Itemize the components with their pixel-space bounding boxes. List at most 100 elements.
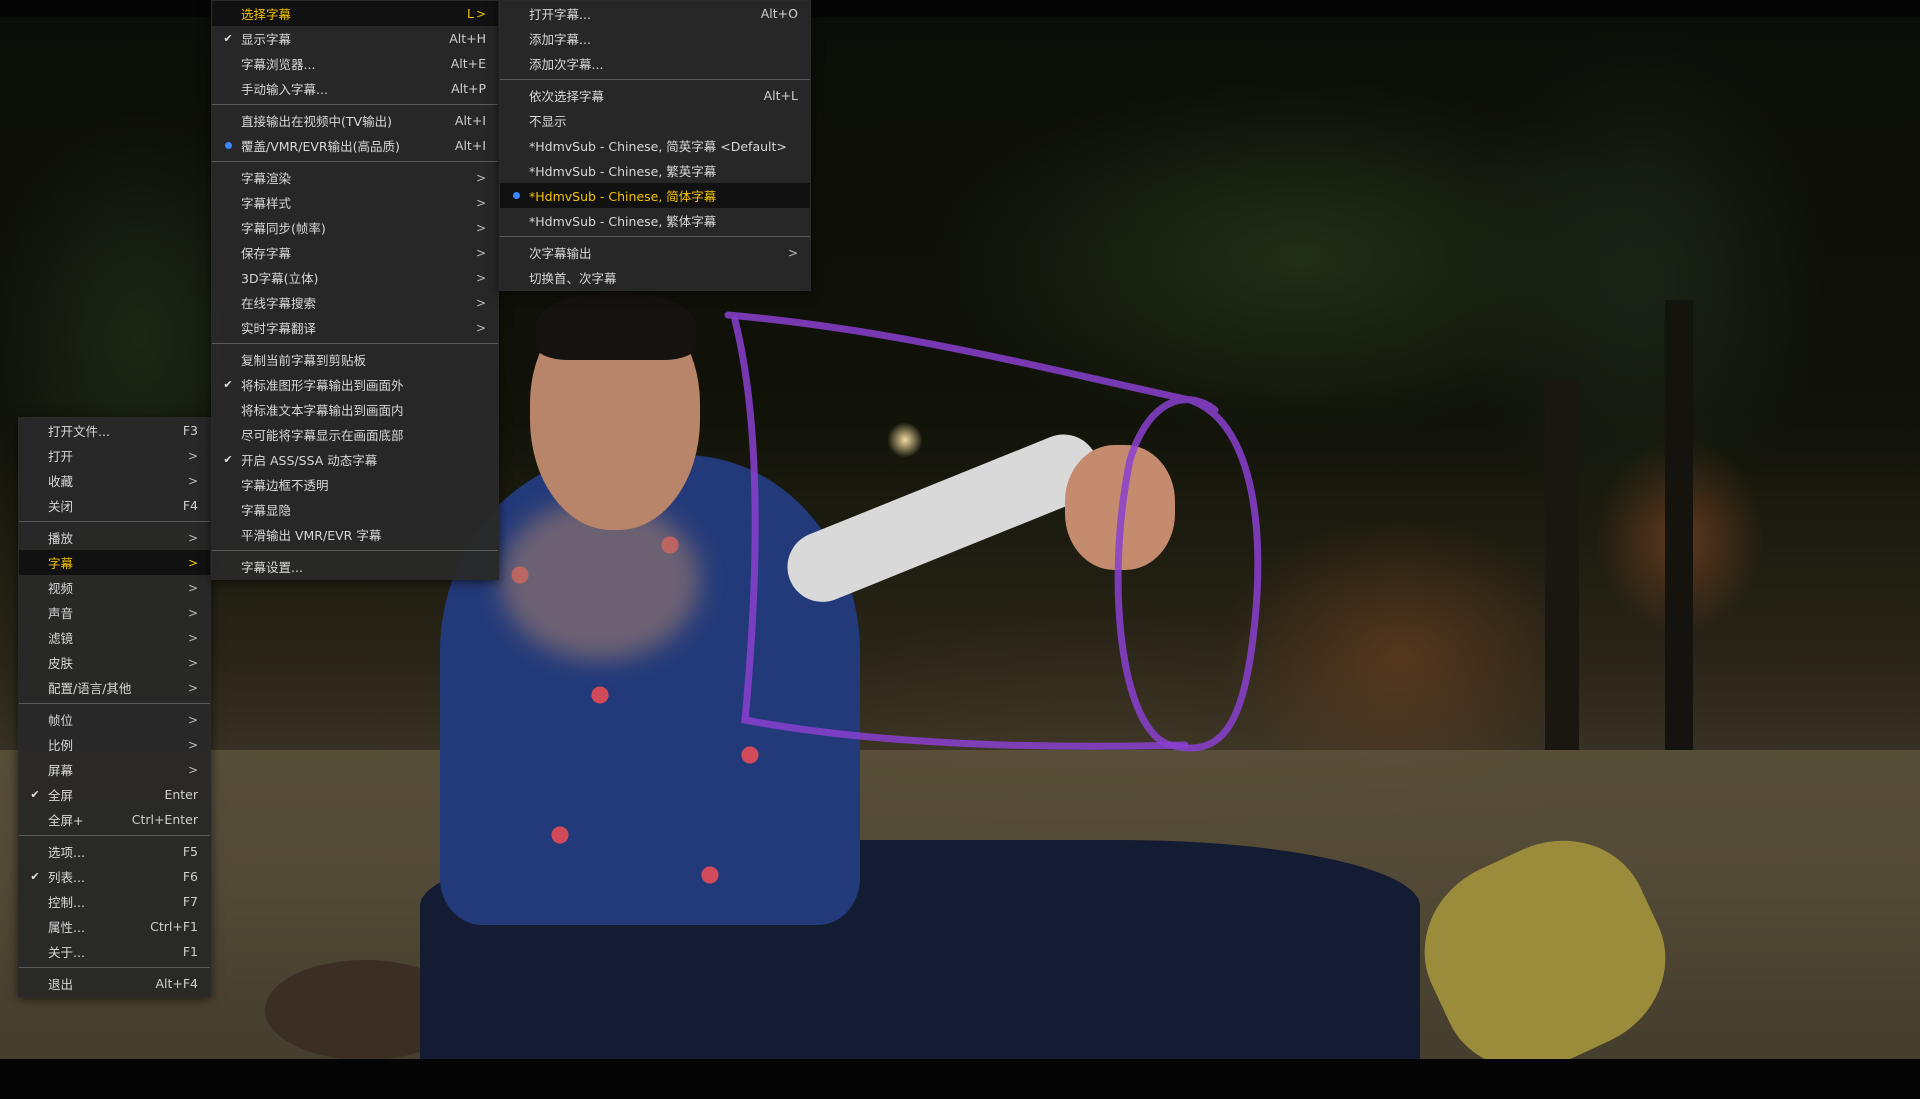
chevron-right-icon: > bbox=[187, 630, 198, 645]
chevron-right-icon: > bbox=[475, 6, 486, 21]
subtitle-track-item-selected[interactable]: *HdmvSub - Chinese, 简体字幕 bbox=[500, 183, 810, 208]
subtitles-submenu: 选择字幕L> 显示字幕Alt+H 字幕浏览器...Alt+E 手动输入字幕...… bbox=[211, 0, 499, 580]
menu-separator bbox=[19, 703, 210, 704]
menu-separator bbox=[212, 104, 498, 105]
menu-separator bbox=[212, 550, 498, 551]
menu-item-text-subtitle-inside[interactable]: 将标准文本字幕输出到画面内 bbox=[212, 397, 498, 422]
menu-item-manual-subtitle[interactable]: 手动输入字幕... Alt+P bbox=[212, 76, 498, 101]
menu-item-subtitles[interactable]: 字幕 > bbox=[19, 550, 210, 575]
menu-item-exit[interactable]: 退出 Alt+F4 bbox=[19, 971, 210, 996]
menu-item-realtime-translate[interactable]: 实时字幕翻译 > bbox=[212, 315, 498, 340]
menu-separator bbox=[19, 835, 210, 836]
menu-item-add-subtitle[interactable]: 添加字幕... bbox=[500, 26, 810, 51]
chevron-right-icon: > bbox=[475, 320, 486, 335]
letterbox-bottom bbox=[0, 1059, 1920, 1080]
menu-item-close[interactable]: 关闭 F4 bbox=[19, 493, 210, 518]
chevron-right-icon: > bbox=[187, 680, 198, 695]
subtitle-track-item[interactable]: *HdmvSub - Chinese, 简英字幕 <Default> bbox=[500, 133, 810, 158]
person-hair bbox=[536, 292, 696, 360]
menu-item-aspect-ratio[interactable]: 比例 > bbox=[19, 732, 210, 757]
chevron-right-icon: > bbox=[787, 245, 798, 260]
menu-separator bbox=[500, 79, 810, 80]
menu-item-controls[interactable]: 控制... F7 bbox=[19, 889, 210, 914]
chevron-right-icon: > bbox=[187, 605, 198, 620]
menu-item-graphic-subtitle-outside[interactable]: 将标准图形字幕输出到画面外 bbox=[212, 372, 498, 397]
menu-item-tv-output[interactable]: 直接输出在视频中(TV输出) Alt+I bbox=[212, 108, 498, 133]
menu-item-switch-primary-secondary[interactable]: 切换首、次字幕 bbox=[500, 265, 810, 290]
menu-item-screen[interactable]: 屏幕 > bbox=[19, 757, 210, 782]
menu-item-show-subtitles[interactable]: 显示字幕Alt+H bbox=[212, 26, 498, 51]
menu-separator bbox=[212, 161, 498, 162]
menu-item-vmr-evr-output[interactable]: 覆盖/VMR/EVR输出(高品质) Alt+I bbox=[212, 133, 498, 158]
chevron-right-icon: > bbox=[475, 245, 486, 260]
menu-item-options[interactable]: 选项... F5 bbox=[19, 839, 210, 864]
menu-item-hide-subtitle[interactable]: 不显示 bbox=[500, 108, 810, 133]
chevron-right-icon: > bbox=[187, 712, 198, 727]
chevron-right-icon: > bbox=[187, 473, 198, 488]
menu-item-subtitle-sync[interactable]: 字幕同步(帧率) > bbox=[212, 215, 498, 240]
menu-item-audio[interactable]: 声音 > bbox=[19, 600, 210, 625]
radio-dot-icon bbox=[221, 133, 235, 158]
menu-item-select-subtitle[interactable]: 选择字幕 L > bbox=[212, 1, 498, 26]
menu-item-save-subtitle[interactable]: 保存字幕 > bbox=[212, 240, 498, 265]
chevron-right-icon: > bbox=[475, 170, 486, 185]
subtitle-track-item[interactable]: *HdmvSub - Chinese, 繁英字幕 bbox=[500, 158, 810, 183]
menu-separator bbox=[19, 967, 210, 968]
chevron-right-icon: > bbox=[187, 655, 198, 670]
menu-item-about[interactable]: 关于... F1 bbox=[19, 939, 210, 964]
menu-item-filters[interactable]: 滤镜 > bbox=[19, 625, 210, 650]
menu-item-play[interactable]: 播放 > bbox=[19, 525, 210, 550]
menu-item-favorites[interactable]: 收藏 > bbox=[19, 468, 210, 493]
menu-item-subtitle-settings[interactable]: 字幕设置... bbox=[212, 554, 498, 579]
menu-item-skins[interactable]: 皮肤 > bbox=[19, 650, 210, 675]
chevron-right-icon: > bbox=[187, 737, 198, 752]
menu-item-cycle-subtitle[interactable]: 依次选择字幕 Alt+L bbox=[500, 83, 810, 108]
checkmark-icon bbox=[28, 864, 42, 889]
chevron-right-icon: > bbox=[187, 530, 198, 545]
chevron-right-icon: > bbox=[187, 448, 198, 463]
menu-item-ass-ssa-animated[interactable]: 开启 ASS/SSA 动态字幕 bbox=[212, 447, 498, 472]
menu-item-playlist[interactable]: 列表...F6 bbox=[19, 864, 210, 889]
tree-trunk bbox=[1665, 300, 1693, 750]
select-subtitle-submenu: 打开字幕... Alt+O 添加字幕... 添加次字幕... 依次选择字幕 Alt+… bbox=[499, 0, 811, 291]
menu-item-open-subtitle[interactable]: 打开字幕... Alt+O bbox=[500, 1, 810, 26]
menu-item-copy-subtitle[interactable]: 复制当前字幕到剪贴板 bbox=[212, 347, 498, 372]
menu-item-secondary-subtitle-output[interactable]: 次字幕输出 > bbox=[500, 240, 810, 265]
menu-item-add-secondary-subtitle[interactable]: 添加次字幕... bbox=[500, 51, 810, 76]
chevron-right-icon: > bbox=[187, 580, 198, 595]
tree-trunk bbox=[1545, 380, 1579, 750]
person-hand bbox=[1065, 445, 1175, 570]
menu-item-subtitle-style[interactable]: 字幕样式 > bbox=[212, 190, 498, 215]
menu-item-subtitle-browser[interactable]: 字幕浏览器... Alt+E bbox=[212, 51, 498, 76]
menu-item-video[interactable]: 视频 > bbox=[19, 575, 210, 600]
radio-dot-icon bbox=[509, 183, 523, 208]
menu-separator bbox=[212, 343, 498, 344]
menu-item-fullscreen-plus[interactable]: 全屏+ Ctrl+Enter bbox=[19, 807, 210, 832]
menu-item-online-subtitle-search[interactable]: 在线字幕搜索 > bbox=[212, 290, 498, 315]
menu-item-properties[interactable]: 属性... Ctrl+F1 bbox=[19, 914, 210, 939]
checkmark-icon bbox=[221, 26, 235, 51]
menu-item-frame[interactable]: 帧位 > bbox=[19, 707, 210, 732]
chevron-right-icon: > bbox=[475, 270, 486, 285]
chevron-right-icon: > bbox=[187, 555, 198, 570]
menu-separator bbox=[500, 236, 810, 237]
menu-item-subtitle-bottom[interactable]: 尽可能将字幕显示在画面底部 bbox=[212, 422, 498, 447]
menu-item-opaque-border[interactable]: 字幕边框不透明 bbox=[212, 472, 498, 497]
subtitle-track-item[interactable]: *HdmvSub - Chinese, 繁体字幕 bbox=[500, 208, 810, 233]
chevron-right-icon: > bbox=[475, 195, 486, 210]
checkmark-icon bbox=[28, 782, 42, 807]
menu-item-fullscreen[interactable]: 全屏Enter bbox=[19, 782, 210, 807]
chevron-right-icon: > bbox=[475, 295, 486, 310]
player-context-menu: 打开文件... F3 打开 > 收藏 > 关闭 F4 播放 > 字幕 > 视频 > 声音 > 滤… bbox=[18, 417, 211, 997]
checkmark-icon bbox=[221, 447, 235, 472]
menu-separator bbox=[19, 521, 210, 522]
menu-item-3d-subtitle[interactable]: 3D字幕(立体) > bbox=[212, 265, 498, 290]
menu-item-subtitle-toggle[interactable]: 字幕显隐 bbox=[212, 497, 498, 522]
checkmark-icon bbox=[221, 372, 235, 397]
menu-item-open-file[interactable]: 打开文件... F3 bbox=[19, 418, 210, 443]
menu-item-smooth-vmr-evr[interactable]: 平滑输出 VMR/EVR 字幕 bbox=[212, 522, 498, 547]
chevron-right-icon: > bbox=[475, 220, 486, 235]
menu-item-open[interactable]: 打开 > bbox=[19, 443, 210, 468]
menu-item-config[interactable]: 配置/语言/其他 > bbox=[19, 675, 210, 700]
menu-item-subtitle-render[interactable]: 字幕渲染 > bbox=[212, 165, 498, 190]
